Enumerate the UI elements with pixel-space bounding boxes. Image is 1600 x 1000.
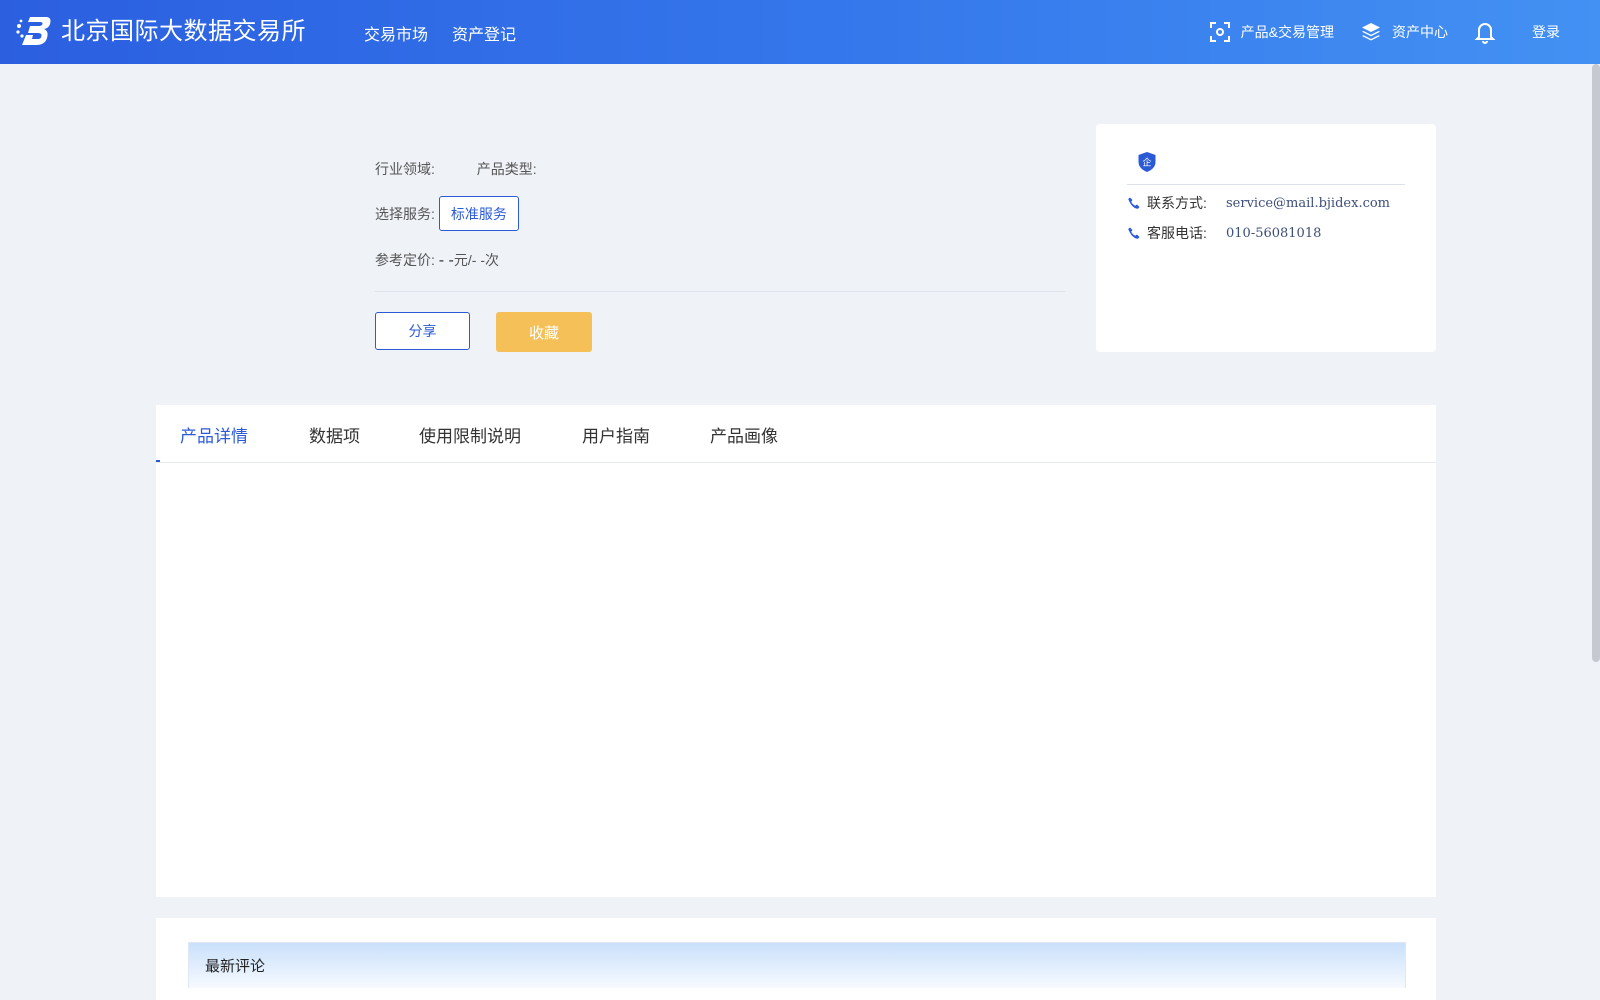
phone-row: 客服电话: 010-56081018 xyxy=(1127,223,1321,243)
contact-label: 联系方式: xyxy=(1147,195,1207,211)
top-header: 北京国际大数据交易所 交易市场 资产登记 产品&交易管理 资产中心 登录 xyxy=(0,0,1600,64)
price-row: 参考定价: - -元/- -次 xyxy=(375,250,499,270)
price-label: 参考定价: xyxy=(375,252,435,268)
product-meta: 行业领域: 产品类型: xyxy=(375,159,537,179)
product-detail-panel: 产品详情 数据项 使用限制说明 用户指南 产品画像 xyxy=(156,405,1436,897)
main-nav: 交易市场 资产登记 xyxy=(364,21,516,45)
enterprise-badge-text: 企 xyxy=(1142,157,1151,169)
active-tab-indicator xyxy=(156,460,160,462)
login-label: 登录 xyxy=(1532,24,1560,40)
asset-center-label: 资产中心 xyxy=(1392,24,1448,40)
login-link[interactable]: 登录 xyxy=(1532,22,1560,42)
enterprise-shield-icon: 企 xyxy=(1138,152,1156,172)
brand-title[interactable]: 北京国际大数据交易所 xyxy=(61,16,306,46)
service-select-row: 选择服务: 标准服务 xyxy=(375,196,519,231)
tab-bar: 产品详情 数据项 使用限制说明 用户指南 产品画像 xyxy=(156,405,1436,463)
tab-user-guide[interactable]: 用户指南 xyxy=(582,422,650,447)
comments-section: 最新评论 xyxy=(156,918,1436,1000)
phone-icon xyxy=(1128,227,1140,239)
layers-icon xyxy=(1362,23,1380,41)
contact-row: 联系方式: service@mail.bjidex.com xyxy=(1127,193,1390,213)
tab-data-items[interactable]: 数据项 xyxy=(309,422,360,447)
industry-label: 行业领域: xyxy=(375,161,435,177)
product-type-label: 产品类型: xyxy=(476,161,537,177)
right-nav: 产品&交易管理 资产中心 登录 xyxy=(1183,0,1560,64)
phone-number: 010-56081018 xyxy=(1226,225,1322,241)
provider-contact-card: 企 联系方式: service@mail.bjidex.com 客服电话: 01… xyxy=(1096,124,1436,352)
divider xyxy=(375,291,1065,292)
share-button[interactable]: 分享 xyxy=(375,312,470,350)
phone-label: 客服电话: xyxy=(1147,225,1207,241)
asset-center-link[interactable]: 资产中心 xyxy=(1360,21,1448,43)
price-unit: 元/- -次 xyxy=(453,252,499,268)
tab-usage-restrictions[interactable]: 使用限制说明 xyxy=(419,422,521,447)
scrollbar-thumb[interactable] xyxy=(1592,64,1600,662)
tab-product-details[interactable]: 产品详情 xyxy=(180,422,248,447)
favorite-button[interactable]: 收藏 xyxy=(496,312,592,352)
nav-asset-register[interactable]: 资产登记 xyxy=(452,21,516,45)
phone-icon xyxy=(1128,197,1140,209)
nav-trade-market[interactable]: 交易市场 xyxy=(364,21,428,45)
service-label: 选择服务: xyxy=(375,205,435,222)
tab-product-profile[interactable]: 产品画像 xyxy=(710,422,778,447)
bell-icon xyxy=(1474,23,1496,44)
price-value: - - xyxy=(438,252,454,269)
product-trade-mgmt-label: 产品&交易管理 xyxy=(1240,24,1334,40)
notification-button[interactable] xyxy=(1474,20,1506,44)
product-trade-mgmt-link[interactable]: 产品&交易管理 xyxy=(1209,21,1334,43)
contact-email[interactable]: service@mail.bjidex.com xyxy=(1226,196,1390,211)
card-divider xyxy=(1127,184,1405,185)
comments-header: 最新评论 xyxy=(188,942,1406,988)
scan-icon xyxy=(1209,22,1230,42)
comments-title: 最新评论 xyxy=(205,958,266,975)
standard-service-option[interactable]: 标准服务 xyxy=(438,196,519,231)
logo-icon[interactable] xyxy=(16,15,52,47)
